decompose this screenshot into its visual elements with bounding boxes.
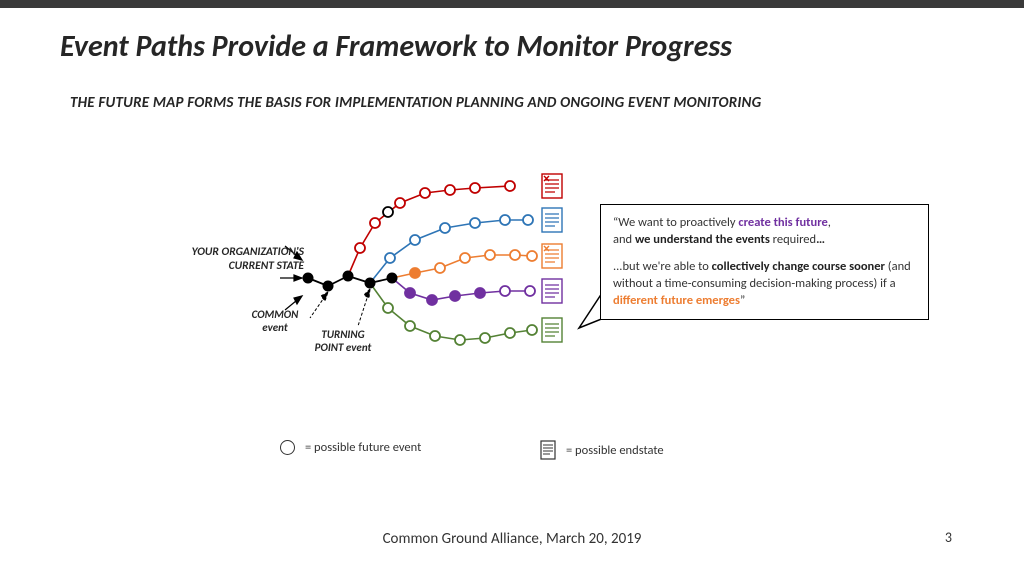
label-common-l1: COMMON — [252, 308, 299, 321]
label-common-l2: event — [262, 321, 287, 334]
slide-subtitle: THE FUTURE MAP FORMS THE BASIS FOR IMPLE… — [70, 94, 761, 112]
label-common-event: COMMON event — [245, 308, 305, 334]
circle-icon — [280, 440, 295, 455]
window-topbar — [0, 0, 1024, 8]
label-current-state: YOUR ORGANIZATION'S CURRENT STATE — [164, 245, 304, 274]
page-number: 3 — [945, 529, 952, 546]
label-current-l2: CURRENT STATE — [229, 259, 304, 273]
legend-endstate: = possible endstate — [540, 440, 664, 460]
endstate-icons — [542, 174, 562, 342]
label-current-l1: YOUR ORGANIZATION'S — [192, 245, 304, 259]
callout-line3: ...but we're able to collectively change… — [613, 259, 916, 310]
callout-line1: “We want to proactively create this futu… — [613, 215, 916, 232]
slide-title: Event Paths Provide a Framework to Monit… — [60, 28, 732, 65]
legend-event-text: = possible future event — [305, 440, 421, 455]
callout-line2: and we understand the events required… — [613, 232, 916, 249]
label-turning-l1: TURNING — [321, 328, 364, 341]
legend-event: = possible future event — [280, 440, 421, 455]
label-turning-l2: POINT event — [315, 341, 372, 354]
label-turning-point: TURNING POINT event — [298, 328, 388, 354]
footer-text: Common Ground Alliance, March 20, 2019 — [0, 530, 1024, 548]
slide: Event Paths Provide a Framework to Monit… — [0, 8, 1024, 576]
doc-icon — [540, 440, 556, 460]
legend-endstate-text: = possible endstate — [566, 443, 664, 458]
event-path-diagram — [250, 168, 590, 388]
callout-box: “We want to proactively create this futu… — [600, 204, 929, 320]
